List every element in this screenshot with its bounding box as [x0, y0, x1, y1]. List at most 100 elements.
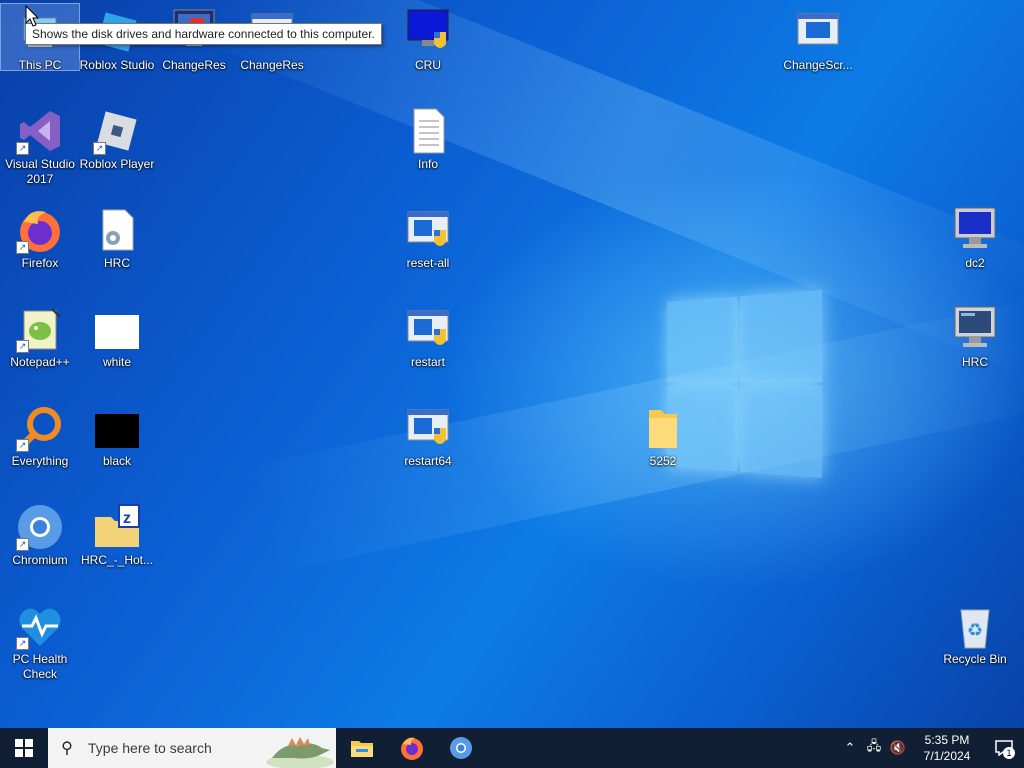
icon-label: Firefox [21, 256, 59, 270]
pc-health-check-shortcut[interactable]: ↗ PC Health Check [1, 598, 79, 686]
restart64-shortcut[interactable]: restart64 [389, 400, 467, 492]
icon-label: restart64 [404, 454, 452, 468]
dc2-shortcut[interactable]: dc2 [936, 202, 1014, 294]
shortcut-arrow-icon: ↗ [16, 439, 29, 452]
shortcut-arrow-icon: ↗ [16, 142, 29, 155]
changeres-shortcut-2[interactable]: ChangeRes [233, 4, 311, 96]
taskbar: ⚲ ⌃ 🖧 🔇 5:35 PM 7/1/2024 [0, 728, 1024, 768]
light-beam [190, 0, 1024, 375]
taskbar-clock[interactable]: 5:35 PM 7/1/2024 [910, 732, 984, 764]
hrc-computer-shortcut[interactable]: HRC [936, 301, 1014, 393]
start-button[interactable] [0, 728, 48, 768]
monitor-icon [951, 206, 999, 254]
svg-text:z: z [123, 510, 131, 527]
icon-label: HRC [104, 256, 130, 270]
clock-date: 7/1/2024 [923, 749, 971, 763]
icon-label: HRC [962, 355, 988, 369]
black-image-file[interactable]: black [78, 400, 156, 492]
network-icon[interactable]: 🖧 [862, 737, 886, 759]
folder-5252[interactable]: 5252 [624, 400, 702, 492]
white-image-icon [93, 305, 141, 353]
file-explorer-icon [351, 741, 373, 757]
text-file-icon [404, 107, 452, 155]
icon-label: white [102, 355, 131, 369]
chevron-up-icon[interactable]: ⌃ [838, 740, 862, 756]
shortcut-arrow-icon: ↗ [16, 538, 29, 551]
folder-icon [639, 404, 687, 452]
visual-studio-shortcut[interactable]: ↗ Visual Studio 2017 [1, 103, 79, 191]
info-text-file[interactable]: Info [389, 103, 467, 195]
firefox-icon [401, 737, 423, 760]
roblox-studio-shortcut[interactable]: Roblox Studio [78, 4, 156, 96]
changescr-shortcut[interactable]: ChangeScr... [779, 4, 857, 96]
shortcut-arrow-icon: ↗ [16, 340, 29, 353]
shortcut-arrow-icon: ↗ [16, 241, 29, 254]
restart-shortcut[interactable]: restart [389, 301, 467, 393]
shortcut-arrow-icon: ↗ [16, 637, 29, 650]
notepadpp-shortcut[interactable]: ↗ Notepad++ [1, 301, 79, 393]
icon-label: Notepad++ [10, 355, 70, 369]
clock-time: 5:35 PM [924, 733, 970, 747]
shortcut-arrow-icon: ↗ [93, 142, 106, 155]
icon-label: ChangeRes [162, 58, 226, 72]
search-icon: ⚲ [61, 740, 73, 757]
action-center-button[interactable]: 1 [984, 728, 1024, 768]
mouse-cursor-icon [25, 5, 39, 27]
desktop[interactable]: This PC ↗ Visual Studio 2017 ↗ Firefox ↗… [0, 0, 1024, 728]
taskbar-search-box[interactable]: ⚲ [48, 728, 336, 768]
system-tray: ⌃ 🖧 🔇 5:35 PM 7/1/2024 1 [838, 728, 1024, 768]
changeres-shortcut-1[interactable]: ChangeRes [155, 4, 233, 96]
window-shield-icon [404, 206, 452, 254]
icon-label: CRU [415, 58, 441, 72]
icon-label: black [102, 454, 131, 468]
icon-label: This PC [18, 58, 62, 72]
reset-all-shortcut[interactable]: reset-all [389, 202, 467, 294]
notepadpp-icon: ↗ [16, 305, 64, 353]
magnifier-icon: ↗ [16, 404, 64, 452]
icon-label: Visual Studio 2017 [5, 157, 75, 186]
search-input[interactable] [86, 739, 270, 757]
roblox-player-shortcut[interactable]: ↗ Roblox Player [78, 103, 156, 195]
icon-label: Roblox Player [79, 157, 155, 171]
visual-studio-icon: ↗ [16, 107, 64, 155]
volume-muted-icon[interactable]: 🔇 [886, 740, 910, 756]
black-image-icon [93, 404, 141, 452]
icon-label: reset-all [406, 256, 450, 270]
chromium-shortcut[interactable]: ↗ Chromium [1, 499, 79, 591]
white-image-file[interactable]: white [78, 301, 156, 393]
window-shield-icon [404, 305, 452, 353]
icon-label: restart [410, 355, 445, 369]
window-app-icon [794, 8, 842, 56]
cru-shortcut[interactable]: CRU [389, 4, 467, 96]
monitor-icon [951, 305, 999, 353]
roblox-player-icon: ↗ [93, 107, 141, 155]
icon-label: Recycle Bin [943, 652, 1007, 666]
icon-label: HRC_-_Hot... [80, 553, 154, 567]
window-shield-icon [404, 404, 452, 452]
svg-text:♻: ♻ [967, 620, 983, 641]
taskbar-firefox[interactable] [388, 728, 436, 768]
chromium-icon [450, 737, 472, 759]
firefox-icon: ↗ [16, 206, 64, 254]
settings-file-icon [93, 206, 141, 254]
icon-label: Chromium [12, 553, 68, 567]
zip-folder-icon: z [93, 503, 141, 551]
taskbar-file-explorer[interactable] [338, 728, 386, 768]
icon-label: 5252 [649, 454, 677, 468]
heart-pulse-icon: ↗ [16, 602, 64, 650]
everything-shortcut[interactable]: ↗ Everything [1, 400, 79, 492]
icon-label: Roblox Studio [79, 58, 155, 72]
icon-label: PC Health Check [12, 652, 68, 681]
icon-label: Everything [11, 454, 69, 468]
chromium-icon: ↗ [16, 503, 64, 551]
firefox-shortcut[interactable]: ↗ Firefox [1, 202, 79, 294]
recycle-bin[interactable]: ♻ Recycle Bin [936, 598, 1014, 690]
icon-label: ChangeScr... [783, 58, 853, 72]
monitor-shield-icon [404, 8, 452, 56]
hrc-zip-file[interactable]: z HRC_-_Hot... [78, 499, 156, 591]
icon-label: ChangeRes [240, 58, 304, 72]
taskbar-chromium[interactable] [437, 728, 485, 768]
search-highlight-dinosaur-icon [266, 737, 334, 768]
hrc-config-file[interactable]: HRC [78, 202, 156, 294]
notification-badge: 1 [1003, 747, 1015, 759]
